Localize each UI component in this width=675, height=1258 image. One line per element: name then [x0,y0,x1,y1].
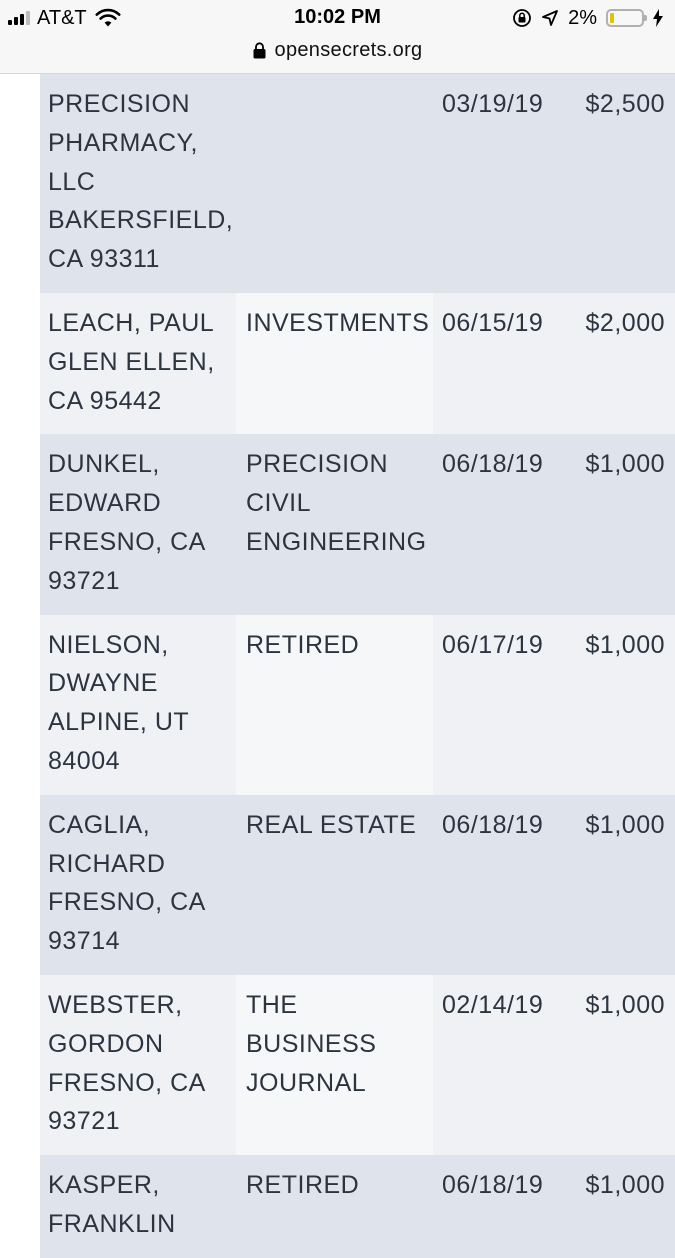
battery-percent: 2% [568,6,597,29]
employer-cell: INVESTMENTS [236,292,433,435]
date-cell: 06/18/19 [442,1171,544,1200]
table-row: PRECISION PHARMACY, LLC BAKERSFIELD, CA … [40,74,675,293]
date-cell: 06/17/19 [442,630,544,659]
lock-icon [253,41,266,58]
contributor-location: BAKERSFIELD, CA 93311 [48,206,234,274]
date-cell: 02/14/19 [442,990,544,1019]
employer-cell: RETIRED [236,1155,433,1258]
battery-icon [606,9,647,27]
url-text[interactable]: opensecrets.org [275,39,423,62]
employer-cell: REAL ESTATE [236,794,433,975]
amount-cell: $1,000 [585,630,665,659]
table-row: KASPER, FRANKLIN RETIRED 06/18/19 $1,000 [40,1155,675,1258]
employer-cell [236,74,433,293]
amount-cell: $2,500 [585,90,665,118]
contributor-location: FRESNO, CA 93714 [48,888,205,956]
contributor-cell: DUNKEL, EDWARD FRESNO, CA 93721 [40,434,236,614]
contributor-location: FRESNO, CA 93721 [48,1068,205,1136]
table-row: DUNKEL, EDWARD FRESNO, CA 93721 PRECISIO… [40,434,675,615]
contributor-cell: KASPER, FRANKLIN [40,1155,236,1258]
amount-cell: $1,000 [585,990,665,1019]
amount-cell: $1,000 [585,1171,665,1200]
employer-cell: RETIRED [236,614,433,795]
employer-cell: THE BUSINESS JOURNAL [236,974,433,1156]
status-right: 2% [512,6,663,30]
contributor-location: FRESNO, CA 93721 [48,527,205,595]
amount-cell: $1,000 [585,810,665,839]
table-row: NIELSON, DWAYNE ALPINE, UT 84004 RETIRED… [40,614,675,795]
date-cell: 06/15/19 [442,308,544,337]
contributor-cell: PRECISION PHARMACY, LLC BAKERSFIELD, CA … [40,74,236,293]
amount-cell: $2,000 [585,308,665,337]
contributor-name: KASPER, FRANKLIN [48,1171,176,1238]
table-row: CAGLIA, RICHARD FRESNO, CA 93714 REAL ES… [40,794,675,975]
table-row: WEBSTER, GORDON FRESNO, CA 93721 THE BUS… [40,974,675,1156]
location-icon [542,10,558,26]
orientation-lock-icon [513,9,531,27]
contributor-cell: NIELSON, DWAYNE ALPINE, UT 84004 [40,615,236,795]
contributor-cell: CAGLIA, RICHARD FRESNO, CA 93714 [40,795,236,975]
contributor-name: DUNKEL, EDWARD [48,450,162,518]
contributor-location: ALPINE, UT 84004 [48,708,189,775]
contributor-name: CAGLIA, RICHARD [48,810,166,878]
contributor-cell: WEBSTER, GORDON FRESNO, CA 93721 [40,975,236,1155]
status-bar: AT&T 10:02 PM 2% opensecrets.org [0,0,675,74]
date-cell: 06/18/19 [442,450,544,479]
contributor-cell: LEACH, PAUL GLEN ELLEN, CA 95442 [40,293,236,434]
contributor-name: PRECISION PHARMACY, LLC [48,90,198,196]
battery-level [610,13,614,23]
contributor-name: LEACH, PAUL [48,308,215,337]
contributions-table: PRECISION PHARMACY, LLC BAKERSFIELD, CA … [40,74,675,1258]
table-row: LEACH, PAUL GLEN ELLEN, CA 95442 INVESTM… [40,292,675,435]
charging-icon [653,9,663,27]
employer-cell: PRECISION CIVIL ENGINEERING [236,434,433,615]
contributor-name: NIELSON, DWAYNE [48,630,169,698]
contributor-name: WEBSTER, GORDON [48,990,183,1058]
amount-cell: $1,000 [585,450,665,479]
date-cell: 03/19/19 [442,90,544,118]
address-bar[interactable]: opensecrets.org [0,34,675,66]
contributor-location: GLEN ELLEN, CA 95442 [48,347,215,415]
date-cell: 06/18/19 [442,810,544,839]
